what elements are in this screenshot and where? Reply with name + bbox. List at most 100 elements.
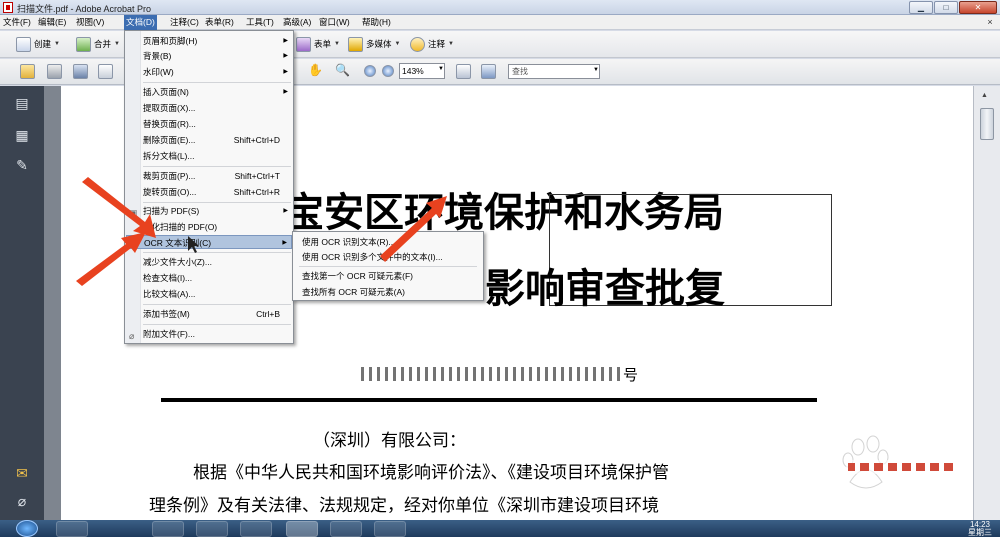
submenu-item-find-all-suspects[interactable]: 查找所有 OCR 可疑元素(A)	[302, 285, 405, 299]
forms-label: 表单	[314, 39, 332, 49]
zoom-tool-icon[interactable]: 🔍	[335, 63, 350, 77]
window-title: 扫描文件.pdf - Adobe Acrobat Pro	[17, 4, 152, 14]
menu-item-replace-pages[interactable]: 替换页面(R)...	[126, 117, 292, 131]
menu-item-split-document[interactable]: 拆分文档(L)...	[126, 149, 292, 163]
comment-label: 注释	[428, 39, 446, 49]
menu-item-attach-file[interactable]: ⌀ 附加文件(F)...	[126, 327, 292, 341]
combine-icon	[76, 36, 91, 52]
menu-item-add-bookmark[interactable]: 添加书签(M) Ctrl+B	[126, 307, 292, 321]
menu-advanced[interactable]: 高级(A)	[283, 15, 311, 30]
menu-item-watermark[interactable]: 水印(W) ▶	[126, 65, 292, 79]
taskbar-app-other[interactable]	[374, 521, 406, 537]
zoom-in-icon[interactable]	[382, 65, 394, 77]
submenu-arrow-icon: ▶	[283, 53, 288, 59]
zoom-out-icon[interactable]	[364, 65, 376, 77]
submenu-item-recognize-multiple-files[interactable]: 使用 OCR 识别多个文件中的文本(I)...	[302, 250, 443, 264]
forms-icon	[296, 36, 311, 52]
taskbar-app-media[interactable]	[330, 521, 362, 537]
comment-button[interactable]: 注释 ▼	[410, 34, 454, 54]
addressee: （深圳）有限公司：	[313, 431, 466, 451]
scanner-icon: ▣	[129, 208, 138, 218]
menu-tools[interactable]: 工具(T)	[246, 15, 274, 30]
forms-button[interactable]: 表单 ▼	[296, 34, 340, 54]
document-close-icon[interactable]: ×	[984, 17, 996, 28]
save-icon[interactable]	[73, 64, 88, 79]
search-dropdown-chevron-icon[interactable]: ▼	[593, 67, 599, 73]
multimedia-button[interactable]: 多媒体 ▼	[348, 34, 400, 54]
create-button[interactable]: 创建 ▼	[16, 34, 60, 54]
hand-tool-icon[interactable]: ✋	[308, 63, 323, 77]
menu-item-compare-documents[interactable]: 比较文档(A)...	[126, 287, 292, 301]
menu-comment[interactable]: 注释(C)	[170, 15, 199, 30]
menu-edit[interactable]: 编辑(E)	[38, 15, 66, 30]
menu-separator	[299, 266, 477, 267]
window-controls: ▁ □ ✕	[909, 1, 997, 14]
menu-item-optimize-scanned-pdf[interactable]: 优化扫描的 PDF(O)	[126, 220, 292, 234]
menu-bar: 文件(F) 编辑(E) 视图(V) 文档(D) 注释(C) 表单(R) 工具(T…	[0, 15, 1000, 30]
menu-item-scan-to-pdf[interactable]: ▣ 扫描为 PDF(S) ▶	[126, 204, 292, 218]
menu-separator	[143, 324, 291, 325]
menu-help[interactable]: 帮助(H)	[362, 15, 391, 30]
signatures-icon[interactable]: ✎	[13, 156, 31, 174]
open-folder-icon[interactable]	[20, 64, 35, 79]
fit-page-icon[interactable]	[456, 64, 471, 79]
menu-forms[interactable]: 表单(R)	[205, 15, 234, 30]
document-menu: 页眉和页脚(H) ▶ 背景(B) ▶ 水印(W) ▶ 插入页面(N) ▶ 提取页面(X)…	[124, 30, 294, 344]
menu-document[interactable]: 文档(D)	[124, 15, 157, 30]
maximize-button[interactable]: □	[934, 1, 958, 14]
windows-taskbar: 14:23 星期三	[0, 520, 1000, 537]
submenu-arrow-icon: ▶	[283, 38, 288, 44]
menu-item-reduce-file-size[interactable]: 减少文件大小(Z)...	[126, 255, 292, 269]
chevron-down-icon: ▼	[54, 41, 60, 47]
menu-item-header-footer[interactable]: 页眉和页脚(H) ▶	[126, 34, 292, 48]
menu-item-rotate-pages[interactable]: 旋转页面(O)... Shift+Ctrl+R	[126, 185, 292, 199]
taskbar-app-browser[interactable]	[196, 521, 228, 537]
search-input[interactable]: 查找	[508, 64, 600, 79]
print-icon[interactable]	[47, 64, 62, 79]
taskbar-app-ie[interactable]	[152, 521, 184, 537]
chevron-down-icon: ▼	[394, 41, 401, 47]
create-label: 创建	[34, 39, 52, 49]
chevron-down-icon: ▼	[334, 41, 340, 47]
paragraph-line-1: 根据《中华人民共和国环境影响评价法》、《建设项目环境保护管	[193, 463, 669, 483]
start-button[interactable]	[16, 520, 38, 537]
title-bar: 扫描文件.pdf - Adobe Acrobat Pro ▁ □ ✕	[0, 0, 1000, 15]
menu-file[interactable]: 文件(F)	[3, 15, 31, 30]
menu-separator	[143, 202, 291, 203]
watermark-url: jingyan.baidu.com	[770, 498, 868, 509]
scanned-number-line	[361, 367, 621, 381]
document-number: 号	[623, 366, 639, 384]
pages-icon[interactable]: ▤	[13, 94, 31, 112]
chevron-down-icon: ▼	[114, 41, 120, 47]
taskbar-app-yellow[interactable]	[240, 521, 272, 537]
submenu-item-recognize-text[interactable]: 使用 OCR 识别文本(R)...	[302, 235, 396, 249]
fit-width-icon[interactable]	[481, 64, 496, 79]
close-button[interactable]: ✕	[959, 1, 997, 14]
menu-item-background[interactable]: 背景(B) ▶	[126, 49, 292, 63]
navigation-pane: ▤ ▦ ✎ ✉ ⌀	[0, 86, 44, 520]
paragraph-line-2: 理条例》及有关法律、法规规定，经对你单位《深圳市建设项目环境	[149, 496, 659, 516]
paperclip-icon: ⌀	[129, 331, 135, 341]
menu-window[interactable]: 窗口(W)	[319, 15, 350, 30]
taskbar-app-qq[interactable]	[56, 521, 88, 537]
menu-view[interactable]: 视图(V)	[76, 15, 104, 30]
menu-item-examine-document[interactable]: 检查文档(I)...	[126, 271, 292, 285]
attachments-icon[interactable]: ⌀	[13, 492, 31, 510]
scroll-up-icon[interactable]: ▲	[981, 92, 988, 99]
zoom-dropdown-chevron-icon[interactable]: ▼	[438, 66, 444, 72]
taskbar-clock[interactable]: 14:23 星期三	[968, 521, 992, 537]
menu-item-insert-pages[interactable]: 插入页面(N) ▶	[126, 85, 292, 99]
taskbar-app-acrobat[interactable]	[286, 521, 318, 537]
email-icon[interactable]	[98, 64, 113, 79]
scroll-thumb[interactable]	[980, 108, 994, 140]
submenu-arrow-icon: ▶	[283, 69, 288, 75]
comments-icon[interactable]: ✉	[13, 464, 31, 482]
menu-item-delete-pages[interactable]: 删除页面(E)... Shift+Ctrl+D	[126, 133, 292, 147]
bookmarks-icon[interactable]: ▦	[13, 126, 31, 144]
minimize-button[interactable]: ▁	[909, 1, 933, 14]
submenu-item-find-first-suspect[interactable]: 查找第一个 OCR 可疑元素(F)	[302, 269, 413, 283]
combine-button[interactable]: 合并 ▼	[76, 34, 120, 54]
menu-item-crop-pages[interactable]: 裁剪页面(P)... Shift+Ctrl+T	[126, 169, 292, 183]
menu-item-ocr-text-recognition[interactable]: OCR 文本识别(C) ▶	[126, 235, 292, 249]
menu-item-extract-pages[interactable]: 提取页面(X)...	[126, 101, 292, 115]
